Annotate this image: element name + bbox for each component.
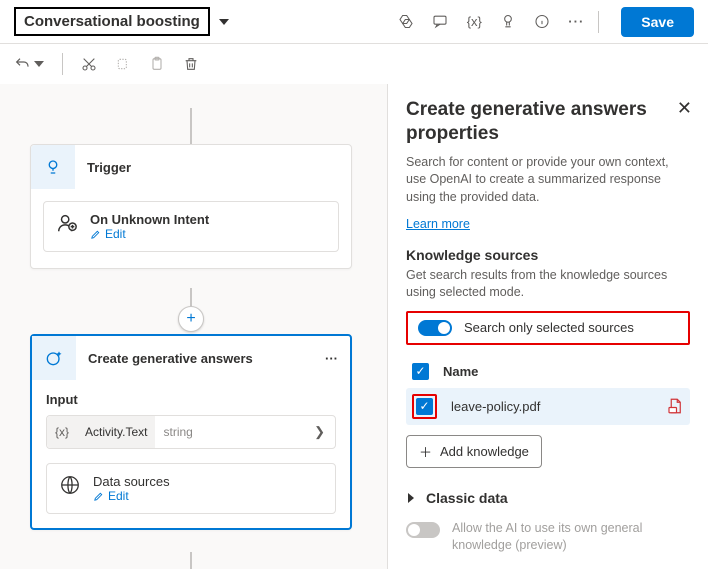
topic-dropdown[interactable]: Conversational boosting xyxy=(14,7,210,36)
add-node-button[interactable]: + xyxy=(178,306,204,332)
allow-ai-row: Allow the AI to use its own general know… xyxy=(406,520,690,554)
close-button[interactable]: ✕ xyxy=(677,98,692,119)
panel-desc: Search for content or provide your own c… xyxy=(406,154,690,207)
select-all-checkbox[interactable]: ✓ xyxy=(412,363,429,380)
chevron-down-icon xyxy=(34,61,44,67)
table-header-row: ✓ Name xyxy=(406,355,690,388)
more-icon[interactable]: ··· xyxy=(568,14,584,30)
globe-icon xyxy=(59,474,81,496)
trigger-node[interactable]: Trigger On Unknown Intent Edit xyxy=(30,144,352,269)
generative-node[interactable]: Create generative answers ··· Input {x} … xyxy=(30,334,352,530)
debug-icon[interactable] xyxy=(500,14,516,30)
allow-ai-label: Allow the AI to use its own general know… xyxy=(452,520,690,554)
copy-icon[interactable] xyxy=(115,56,131,72)
undo-button[interactable] xyxy=(14,56,44,72)
trigger-sub-title: On Unknown Intent xyxy=(90,212,209,227)
allow-ai-toggle xyxy=(406,522,440,538)
add-knowledge-button[interactable]: ＋ Add knowledge xyxy=(406,435,542,468)
source-checkbox[interactable]: ✓ xyxy=(416,398,433,415)
input-field[interactable]: {x} Activity.Text string ❯ xyxy=(46,415,336,449)
chevron-right-icon xyxy=(408,493,414,503)
paste-icon[interactable] xyxy=(149,56,165,72)
pdf-icon xyxy=(666,396,684,416)
delete-icon[interactable] xyxy=(183,56,199,72)
trigger-icon xyxy=(31,145,75,189)
save-button[interactable]: Save xyxy=(621,7,694,37)
search-mode-toggle-row: Search only selected sources xyxy=(406,311,690,345)
toggle-label: Search only selected sources xyxy=(464,320,634,335)
info-icon[interactable] xyxy=(534,14,550,30)
fx-chip: {x} xyxy=(47,425,77,439)
trigger-sub-card[interactable]: On Unknown Intent Edit xyxy=(43,201,339,252)
ds-title: Data sources xyxy=(93,474,170,489)
person-icon xyxy=(56,212,78,234)
plus-icon: ＋ xyxy=(419,442,432,461)
file-name: leave-policy.pdf xyxy=(451,399,540,414)
col-name: Name xyxy=(443,364,478,379)
canvas[interactable]: Trigger On Unknown Intent Edit xyxy=(0,84,388,569)
cut-icon[interactable] xyxy=(81,56,97,72)
gen-title: Create generative answers xyxy=(76,351,253,366)
search-only-toggle[interactable] xyxy=(418,320,452,336)
knowledge-heading: Knowledge sources xyxy=(406,247,690,263)
sparkle-icon xyxy=(32,336,76,380)
input-expression: Activity.Text xyxy=(77,425,155,439)
panel-title: Create generative answers properties xyxy=(406,98,690,146)
learn-more-link[interactable]: Learn more xyxy=(406,217,470,231)
data-sources-card[interactable]: Data sources Edit xyxy=(46,463,336,514)
input-label: Input xyxy=(32,380,350,415)
topic-name: Conversational boosting xyxy=(24,13,200,30)
knowledge-row[interactable]: ✓ leave-policy.pdf xyxy=(406,388,690,425)
chevron-right-icon[interactable]: ❯ xyxy=(304,424,335,440)
copilot-icon[interactable] xyxy=(398,14,414,30)
variables-icon[interactable]: {x} xyxy=(466,14,482,30)
comment-icon[interactable] xyxy=(432,14,448,30)
input-type: string xyxy=(155,425,200,439)
node-more-icon[interactable]: ··· xyxy=(325,351,338,366)
ds-edit-link[interactable]: Edit xyxy=(93,489,170,503)
knowledge-desc: Get search results from the knowledge so… xyxy=(406,267,690,301)
highlight-marker: ✓ xyxy=(412,394,437,419)
classic-data-section[interactable]: Classic data xyxy=(406,490,690,506)
trigger-title: Trigger xyxy=(75,160,131,175)
trigger-edit-link[interactable]: Edit xyxy=(90,227,209,241)
chevron-down-icon[interactable] xyxy=(216,14,232,30)
